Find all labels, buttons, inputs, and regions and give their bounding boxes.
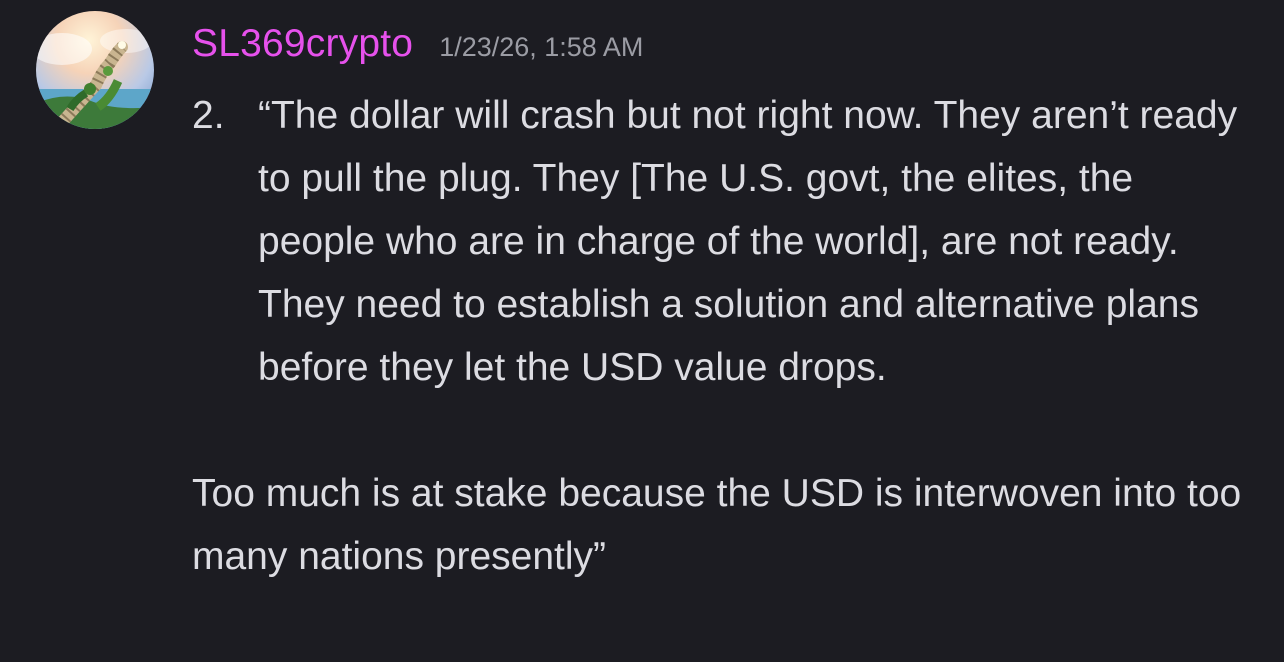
ordered-list-item: 2. “The dollar will crash but not right … [192, 84, 1272, 399]
stairway-to-heaven-avatar-icon [36, 11, 154, 129]
message-header: SL369crypto 1/23/26, 1:58 AM [192, 22, 643, 74]
author-name[interactable]: SL369crypto [192, 22, 413, 66]
message-timestamp: 1/23/26, 1:58 AM [439, 32, 644, 62]
message-body: 2. “The dollar will crash but not right … [192, 84, 1272, 588]
list-item-text: “The dollar will crash but not right now… [258, 94, 1238, 389]
user-avatar[interactable] [36, 11, 154, 129]
chat-message: SL369crypto 1/23/26, 1:58 AM 2. “The dol… [0, 0, 1284, 662]
message-paragraph: Too much is at stake because the USD is … [192, 472, 1242, 578]
list-marker: 2. [192, 94, 225, 137]
